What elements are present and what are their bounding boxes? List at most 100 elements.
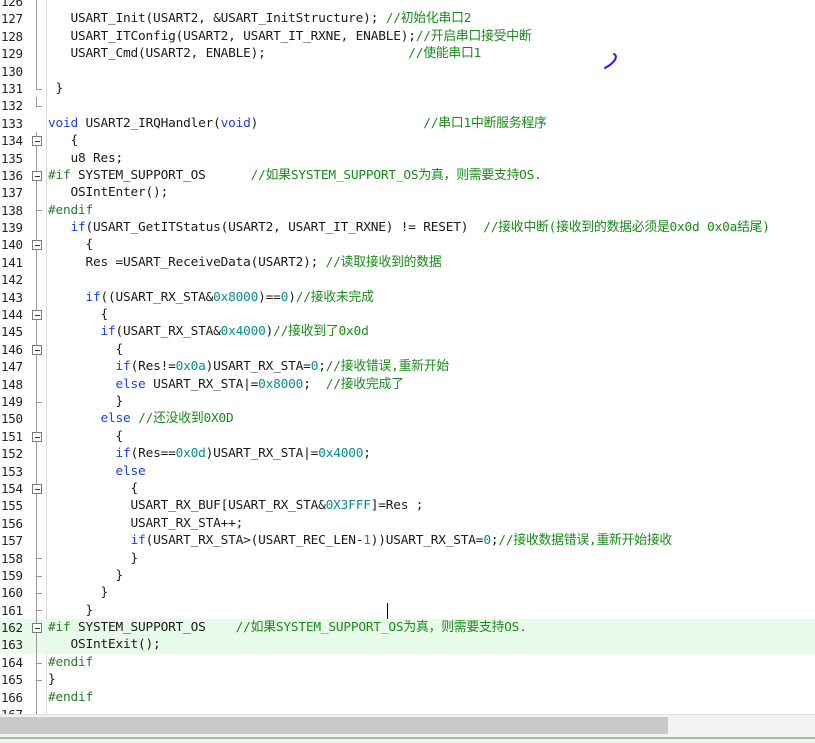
code-text[interactable]: }	[48, 567, 124, 584]
fold-box-icon[interactable]	[31, 427, 45, 446]
code-line[interactable]: 155 USART_RX_BUF[USART_RX_STA&0X3FFF]=Re…	[0, 497, 815, 515]
code-text[interactable]: void USART2_IRQHandler(void) //串口1中断服务程序	[48, 115, 547, 132]
code-line[interactable]: 138 #endif	[0, 201, 815, 220]
code-line[interactable]: 136 #if SYSTEM_SUPPORT_OS //如果SYSTEM_SUPP…	[0, 166, 815, 185]
code-line[interactable]: 152 if(Res==0x0d)USART_RX_STA|=0x4000;	[0, 445, 815, 463]
code-line[interactable]: 141 Res =USART_ReceiveData(USART2); //读取…	[0, 253, 815, 272]
code-token: (USART_GetITStatus(USART2, USART_IT_RXNE…	[85, 220, 484, 236]
code-text[interactable]: #endif	[48, 689, 93, 706]
code-text[interactable]: if(Res==0x0d)USART_RX_STA|=0x4000;	[48, 445, 371, 462]
fold-box-icon[interactable]	[31, 619, 45, 637]
code-lines[interactable]: 126 127 USART_Init(USART2, &USART_InitStr…	[0, 0, 815, 741]
code-text[interactable]: USART_RX_BUF[USART_RX_STA&0X3FFF]=Res ;	[48, 497, 424, 514]
code-line[interactable]: 154 {	[0, 479, 815, 498]
code-line[interactable]: 131 }	[0, 79, 815, 97]
code-line[interactable]: 143 if((USART_RX_STA&0x8000)==0)//接收未完成	[0, 288, 815, 307]
code-line[interactable]: 148 else USART_RX_STA|=0x8000; //接收完成了	[0, 375, 815, 393]
code-text[interactable]: }	[48, 602, 94, 619]
code-line[interactable]: 160 }	[0, 584, 815, 602]
code-text[interactable]: if((USART_RX_STA&0x8000)==0)//接收未完成	[48, 289, 374, 306]
code-line[interactable]: 158 }	[0, 549, 815, 567]
horizontal-scrollbar[interactable]	[0, 714, 815, 737]
code-line[interactable]: 165}	[0, 671, 815, 689]
code-text[interactable]: #endif	[48, 202, 93, 219]
scrollbar-thumb[interactable]	[0, 717, 668, 734]
code-line[interactable]: 157 if(USART_RX_STA>(USART_REC_LEN-1))US…	[0, 532, 815, 550]
code-line[interactable]: 128 USART_ITConfig(USART2, USART_IT_RXNE…	[0, 27, 815, 46]
code-text[interactable]: USART_Init(USART2, &USART_InitStructure)…	[48, 10, 472, 27]
code-text[interactable]: if(USART_GetITStatus(USART2, USART_IT_RX…	[48, 219, 770, 236]
code-line[interactable]: 127 USART_Init(USART2, &USART_InitStruct…	[0, 10, 815, 28]
code-token: //接收到了0x0d	[273, 324, 369, 340]
code-token: #if	[48, 167, 71, 183]
code-line[interactable]: 130	[0, 62, 815, 80]
code-line[interactable]: 156 USART_RX_STA++;	[0, 514, 815, 533]
code-text[interactable]: }	[48, 550, 139, 567]
fold-box-icon[interactable]	[31, 236, 45, 254]
code-text[interactable]: #if SYSTEM_SUPPORT_OS //如果SYSTEM_SUPPORT…	[48, 167, 542, 184]
code-editor[interactable]: 126 127 USART_Init(USART2, &USART_InitStr…	[0, 0, 815, 743]
code-line[interactable]: 153 else	[0, 462, 815, 480]
fold-box-icon[interactable]	[31, 132, 45, 150]
code-line[interactable]: 161 }	[0, 601, 815, 620]
fold-box-icon[interactable]	[31, 479, 45, 498]
code-text[interactable]: {	[48, 428, 124, 445]
line-number: 166	[1, 689, 23, 705]
code-text[interactable]: }	[48, 80, 64, 97]
code-token: #endif	[48, 689, 94, 705]
code-line[interactable]: 163 OSIntExit();	[0, 636, 815, 654]
code-text[interactable]: }	[48, 584, 109, 601]
code-line[interactable]: 164 #endif	[0, 653, 815, 672]
code-line[interactable]: 137 OSIntEnter();	[0, 184, 815, 202]
code-line[interactable]: 150 else //还没收到0X0D	[0, 410, 815, 428]
code-line[interactable]: 134 {	[0, 132, 815, 150]
fold-box-icon[interactable]	[31, 306, 45, 324]
code-line[interactable]: 129 USART_Cmd(USART2, ENABLE); //使能串口1	[0, 45, 815, 63]
code-line[interactable]: 126	[0, 0, 815, 11]
code-text[interactable]: #endif	[48, 654, 93, 671]
code-line[interactable]: 147 if(Res!=0x0a)USART_RX_STA=0;//接收错误,重…	[0, 358, 815, 376]
fold-guide	[31, 219, 45, 237]
fold-box-icon[interactable]	[31, 166, 45, 185]
code-text[interactable]: }	[48, 393, 124, 410]
code-line[interactable]: 166 #endif	[0, 688, 815, 707]
code-text[interactable]: else //还没收到0X0D	[48, 410, 234, 427]
code-text[interactable]: }	[48, 671, 56, 688]
code-line[interactable]: 159 }	[0, 566, 815, 585]
code-text[interactable]: Res =USART_ReceiveData(USART2); //读取接收到的…	[48, 254, 442, 271]
code-line[interactable]: 142	[0, 271, 815, 289]
code-line[interactable]: 132	[0, 97, 815, 114]
code-text[interactable]: else	[48, 463, 146, 480]
code-line[interactable]: 133 void USART2_IRQHandler(void) //串口1中断服…	[0, 115, 815, 132]
code-line[interactable]: 162 #if SYSTEM_SUPPORT_OS //如果SYSTEM_SUPP…	[0, 619, 815, 637]
code-line[interactable]: 140 {	[0, 236, 815, 254]
code-text[interactable]: else USART_RX_STA|=0x8000; //接收完成了	[48, 376, 404, 393]
code-text[interactable]: {	[48, 306, 109, 323]
code-line[interactable]: 146 {	[0, 340, 815, 359]
code-text[interactable]: USART_Cmd(USART2, ENABLE); //使能串口1	[48, 45, 482, 62]
fold-guide	[31, 62, 45, 80]
code-line[interactable]: 139 if(USART_GetITStatus(USART2, USART_I…	[0, 219, 815, 237]
code-text[interactable]: #if SYSTEM_SUPPORT_OS //如果SYSTEM_SUPPORT…	[48, 619, 527, 636]
code-text[interactable]: u8 Res;	[48, 150, 124, 167]
fold-guide	[31, 79, 45, 97]
code-line[interactable]: 145 if(USART_RX_STA&0x4000)//接收到了0x0d	[0, 323, 815, 341]
code-text[interactable]: OSIntExit();	[48, 636, 161, 653]
code-line[interactable]: 151 {	[0, 427, 815, 446]
code-line[interactable]: 135 u8 Res;	[0, 149, 815, 167]
code-text[interactable]: {	[48, 132, 79, 149]
code-text[interactable]: {	[48, 480, 139, 497]
code-text[interactable]: if(Res!=0x0a)USART_RX_STA=0;//接收错误,重新开始	[48, 358, 450, 375]
code-token: ]=Res ;	[370, 498, 424, 514]
code-line[interactable]: 149 }	[0, 392, 815, 411]
code-text[interactable]: USART_RX_STA++;	[48, 515, 244, 532]
code-text[interactable]: {	[48, 236, 94, 253]
code-text[interactable]: OSIntEnter();	[48, 184, 169, 201]
code-text[interactable]: USART_ITConfig(USART2, USART_IT_RXNE, EN…	[48, 28, 532, 45]
code-line[interactable]: 144 {	[0, 306, 815, 324]
code-text[interactable]: {	[48, 341, 124, 358]
code-text[interactable]: if(USART_RX_STA&0x4000)//接收到了0x0d	[48, 323, 369, 340]
code-text[interactable]: if(USART_RX_STA>(USART_REC_LEN-1))USART_…	[48, 532, 673, 549]
fold-box-icon[interactable]	[31, 340, 45, 359]
fold-guide	[31, 184, 45, 202]
